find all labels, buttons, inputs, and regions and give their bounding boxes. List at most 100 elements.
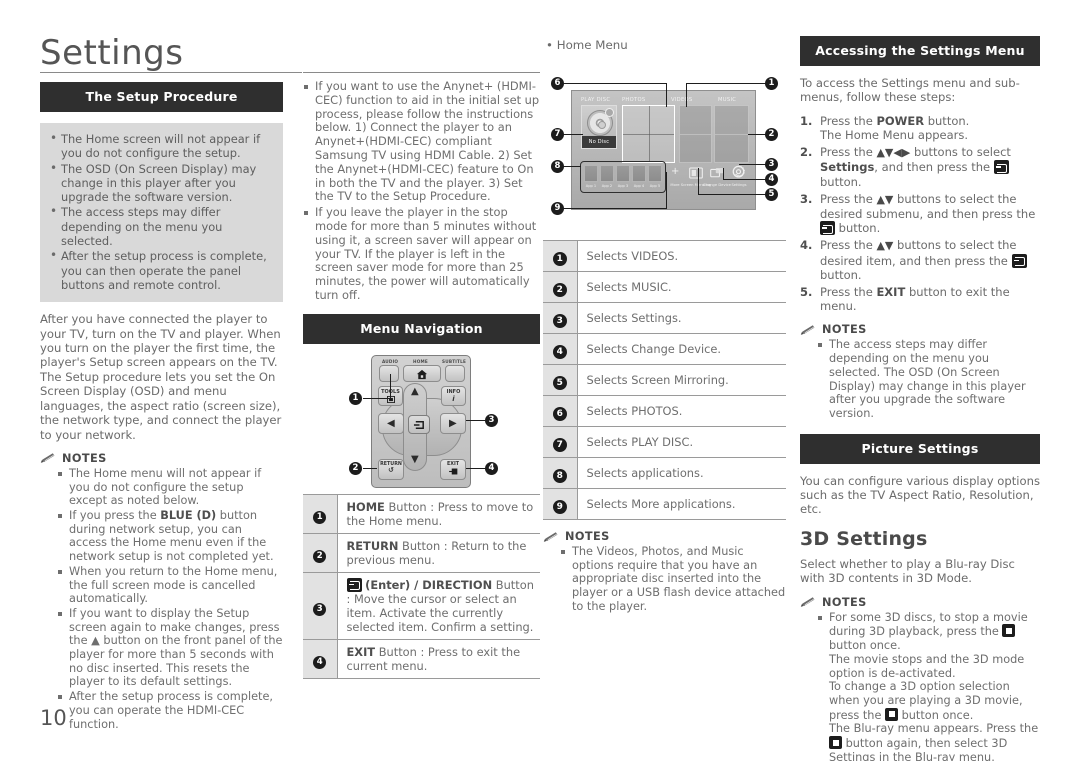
apps-group[interactable]: App 1 App 2 App 3 App 4 App 5 xyxy=(580,161,666,193)
callout-8: 8 xyxy=(551,160,564,173)
note-part: The movie stops and the 3D mode option i… xyxy=(829,652,1025,680)
change-device-icon[interactable] xyxy=(710,167,724,179)
page-title: Settings xyxy=(40,33,184,73)
pencil-icon xyxy=(800,325,815,335)
row-number: 2 xyxy=(313,549,327,563)
callout-4: 4 xyxy=(765,173,778,186)
notes-list: The Videos, Photos, and Music options re… xyxy=(543,545,786,614)
row-key: 5 xyxy=(543,364,578,396)
row-value: Selects applications. xyxy=(577,457,786,489)
table-row: 3 Selects Settings. xyxy=(543,302,786,334)
subtitle-button[interactable] xyxy=(445,364,465,382)
stop-glyph-icon xyxy=(885,707,899,721)
app-tile[interactable] xyxy=(616,165,630,182)
tile-header-music: MUSIC xyxy=(718,97,737,103)
step-item: 2. Press the ▲▼◀▶ buttons to select Sett… xyxy=(800,145,1011,189)
screen-mirroring-icon[interactable] xyxy=(689,167,703,179)
app-tile[interactable] xyxy=(584,165,598,182)
audio-label: AUDIO xyxy=(382,358,399,364)
home-button[interactable] xyxy=(403,364,441,382)
up-arrow-icon[interactable]: ▲ xyxy=(411,386,419,397)
row-key: 3 xyxy=(543,302,578,334)
enter-glyph-icon xyxy=(1011,253,1027,268)
exit-button[interactable]: EXIT xyxy=(440,458,466,480)
no-disc-status: No Disc xyxy=(582,136,616,148)
down-arrow-icon[interactable]: ▼ xyxy=(411,454,419,465)
row-value: Selects More applications. xyxy=(577,488,786,520)
exit-icon xyxy=(448,468,457,475)
leader-line xyxy=(563,83,667,84)
audio-button[interactable] xyxy=(379,364,399,382)
step-item: 5. Press the EXIT button to exit the men… xyxy=(800,285,1010,314)
section-header-accessing-settings: Accessing the Settings Menu xyxy=(800,36,1040,66)
videos-tile-group[interactable] xyxy=(679,105,712,163)
home-menu-figure: PLAY DISC PHOTOS VIDEOS MUSIC No Disc Ap… xyxy=(543,60,786,235)
table-row: 9 Selects More applications. xyxy=(543,488,786,520)
row-number: 2 xyxy=(552,283,567,297)
notes-label: NOTES xyxy=(822,323,867,337)
more-plus-icon[interactable]: + xyxy=(671,167,679,177)
leader-line xyxy=(686,83,687,107)
tile-header-videos: VIDEOS xyxy=(671,97,693,103)
row-number: 9 xyxy=(552,500,567,514)
leader-line xyxy=(563,208,667,209)
home-icon xyxy=(416,369,428,379)
home-label: HOME xyxy=(413,358,428,364)
table-row: 4 Selects Change Device. xyxy=(543,333,786,365)
row-key: 9 xyxy=(543,488,578,520)
setup-paragraph: After you have connected the player to y… xyxy=(40,312,282,442)
info-icon: i xyxy=(452,394,455,403)
row-value: Selects Screen Mirroring. xyxy=(577,364,786,396)
row-bold: RETURN xyxy=(346,538,399,553)
info-button[interactable]: INFO i xyxy=(441,385,466,406)
return-button[interactable]: RETURN ↺ xyxy=(378,458,404,480)
leader-line xyxy=(723,179,768,180)
title-rule xyxy=(40,72,302,73)
app-label: App 1 xyxy=(585,184,597,188)
table-row: 2 RETURN Button : Return to the previous… xyxy=(303,532,540,573)
callout-2: 2 xyxy=(765,128,778,141)
callout-bullet: The Home screen will not appear if you d… xyxy=(48,131,273,161)
callout-7: 7 xyxy=(551,128,564,141)
app-tile[interactable] xyxy=(632,165,646,182)
notes-list: The access steps may differ depending on… xyxy=(800,338,1040,420)
column-rule-2 xyxy=(303,72,540,73)
app-tile[interactable] xyxy=(648,165,662,182)
music-tile-group[interactable] xyxy=(714,105,749,163)
threed-settings-text: Select whether to play a Blu-ray Disc wi… xyxy=(800,556,1015,586)
table-row: 1 Selects VIDEOS. xyxy=(543,240,786,272)
app-label: App 3 xyxy=(617,184,629,188)
row-value: HOME Button : Press to move to the Home … xyxy=(337,493,540,534)
row-number: 3 xyxy=(313,602,327,616)
note-item: The Home menu will not appear if you do … xyxy=(58,467,283,508)
leader-line xyxy=(390,373,391,399)
tile-header-photos: PHOTOS xyxy=(622,97,646,103)
row-number: 1 xyxy=(552,252,567,266)
table-row: 1 HOME Button : Press to move to the Hom… xyxy=(303,493,540,534)
leader-line xyxy=(363,467,377,469)
remote-control-figure: AUDIO HOME SUBTITLE T xyxy=(303,352,540,492)
leader-line xyxy=(686,83,768,84)
gear-icon[interactable] xyxy=(731,165,746,180)
right-arrow-button[interactable]: ▶ xyxy=(440,412,466,434)
note-item: If you leave the player in the stop mode… xyxy=(303,205,540,303)
enter-button[interactable] xyxy=(408,414,430,434)
callout-5: 5 xyxy=(765,188,778,201)
photos-tile-group[interactable] xyxy=(622,105,675,163)
setup-callout-box: The Home screen will not appear if you d… xyxy=(40,123,283,303)
row-value: EXIT Button : Press to exit the current … xyxy=(337,638,540,679)
callout-bullet: The OSD (On Screen Display) may change i… xyxy=(48,161,273,205)
pencil-icon xyxy=(40,453,55,464)
callout-4: 4 xyxy=(485,461,498,475)
notes-header: NOTES xyxy=(40,452,283,465)
table-row: 7 Selects PLAY DISC. xyxy=(543,426,786,458)
play-disc-tile[interactable]: No Disc xyxy=(581,105,617,149)
row-key: 7 xyxy=(543,426,578,458)
callout-bullet: The access steps may differ depending on… xyxy=(48,204,273,248)
row-key: 1 xyxy=(543,240,578,272)
leader-line xyxy=(666,83,667,107)
left-arrow-button[interactable]: ◀ xyxy=(378,412,404,434)
app-tile[interactable] xyxy=(600,165,614,182)
row-bold: (Enter) / DIRECTION xyxy=(365,577,493,592)
row-value: RETURN Button : Return to the previous m… xyxy=(337,532,540,573)
